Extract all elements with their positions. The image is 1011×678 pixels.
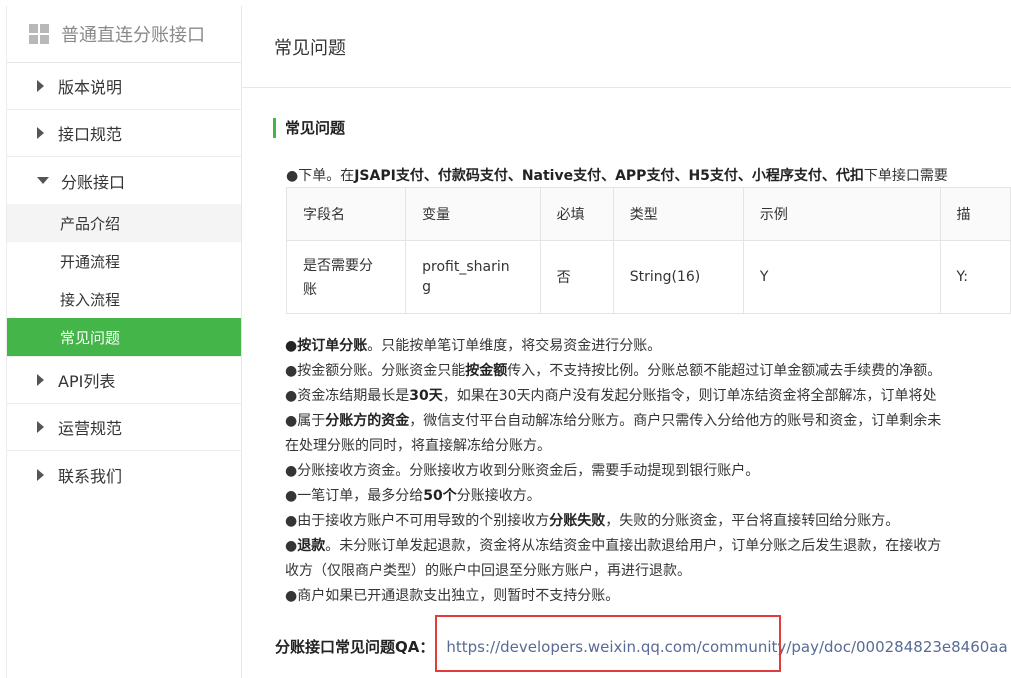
nav-item-label: 分账接口	[61, 172, 126, 192]
table-cell: 是否需要分账	[285, 240, 407, 314]
table-header-cell: 必填	[539, 187, 614, 241]
note-text: ●按金额分账。分账资金只能	[285, 363, 466, 379]
sub-item-activation-flow[interactable]: 开通流程	[7, 242, 241, 280]
table-cell: Y:	[939, 240, 1011, 314]
note-bold: 50个	[423, 488, 457, 504]
note-text: ，失败的分账资金，平台将直接转回给分账方。	[605, 513, 900, 529]
order-line-bold: JSAPI支付、付款码支付、Native支付、APP支付、H5支付、小程序支付、…	[354, 168, 864, 184]
note-text: ，如果在30天内商户没有发起分账指令，则订单冻结资金将全部解冻，订单将处	[442, 388, 937, 404]
sidebar-title: 普通直连分账接口	[61, 25, 205, 46]
nav-item-label: API列表	[58, 372, 116, 391]
note-text: 收方（仅限商户类型）的账户中回退至分账方账户，再进行退款。	[285, 563, 691, 579]
sub-item-label: 开通流程	[60, 252, 121, 271]
order-line: ●下单。在JSAPI支付、付款码支付、Native支付、APP支付、H5支付、小…	[286, 165, 948, 185]
cell-line: 是否需要分	[303, 258, 373, 274]
note-bold: 退款	[297, 538, 326, 554]
grid-icon	[29, 24, 49, 44]
list-item: ●按金额分账。分账资金只能按金额传入，不支持按比例。分账总额不能超过订单金额减去…	[285, 359, 1011, 384]
note-bold: 30天	[409, 388, 443, 404]
chevron-right-icon	[37, 374, 44, 386]
page-header: 常见问题	[241, 6, 1011, 88]
list-item: ●按订单分账。只能按单笔订单维度，将交易资金进行分账。	[285, 334, 1011, 359]
table-row: 是否需要分账 profit_sharing 否 String(16) Y Y:	[285, 240, 1011, 314]
list-item: ●分账接收方资金。分账接收方收到分账资金后，需要手动提现到银行账户。	[285, 463, 760, 479]
nav-item-label: 联系我们	[58, 466, 123, 486]
note-bold: 分账方的资金	[325, 413, 410, 429]
note-text: 在处理分账的同时，将直接解冻给分账方。	[285, 438, 551, 454]
note-text: ●属于	[285, 413, 326, 429]
nav-item-label: 版本说明	[58, 78, 123, 97]
table-header-cell: 示例	[742, 187, 941, 241]
note-bold: ●按订单分账	[285, 338, 368, 354]
notes-list: ●按订单分账。只能按单笔订单维度，将交易资金进行分账。 ●按金额分账。分账资金只…	[285, 334, 1011, 609]
list-item: ●由于接收方账户不可用导致的个别接收方分账失败，失败的分账资金，平台将直接转回给…	[285, 509, 1011, 534]
chevron-right-icon	[37, 80, 44, 92]
note-text: 。只能按单笔订单维度，将交易资金进行分账。	[367, 338, 662, 354]
nav-item-label: 接口规范	[58, 125, 123, 144]
cell-line: 账	[303, 282, 317, 298]
note-text: ●资金冻结期最长是	[285, 388, 410, 404]
note-bold: 按金额	[465, 363, 508, 379]
note-text: 传入，不支持按比例。分账总额不能超过订单金额减去手续费的净额。	[507, 363, 942, 379]
nav-item-api-list[interactable]: API列表	[7, 357, 241, 404]
cell-line: g	[422, 279, 432, 295]
nav-item-version[interactable]: 版本说明	[7, 63, 241, 110]
article: 常见问题 ●下单。在JSAPI支付、付款码支付、Native支付、APP支付、H…	[273, 118, 1011, 656]
nav-item-operations[interactable]: 运营规范	[7, 404, 241, 451]
chevron-right-icon	[37, 421, 44, 433]
sidebar: 普通直连分账接口 版本说明 接口规范 分账接口 产品介绍 开通流程 接入流程 常…	[6, 6, 242, 678]
chevron-right-icon	[37, 468, 44, 481]
sub-item-faq[interactable]: 常见问题	[7, 318, 241, 356]
nav-item-contact[interactable]: 联系我们	[7, 451, 241, 498]
cell-line: profit_sharin	[422, 259, 510, 275]
fields-table: 字段名 变量 必填 类型 示例 描 是否需要分账 profit_sharing …	[285, 187, 1011, 314]
note-text: 。未分账订单发起退款，资金将从冻结资金中直接出款退给用户，订单分账之后发生退款，…	[325, 538, 942, 554]
note-text: ●由于接收方账户不可用导致的个别接收方	[285, 513, 550, 529]
list-item: ●退款。未分账订单发起退款，资金将从冻结资金中直接出款退给用户，订单分账之后发生…	[285, 534, 1011, 559]
nav-item-profit-sharing[interactable]: 分账接口	[7, 157, 241, 204]
sub-item-label: 接入流程	[60, 290, 121, 309]
list-item: 在处理分账的同时，将直接解冻给分账方。	[285, 434, 1011, 459]
list-item: ●商户如果已开通退款支出独立，则暂时不支持分账。	[285, 588, 620, 604]
table-header-cell: 类型	[612, 187, 744, 241]
table-header-cell: 描	[939, 187, 1011, 241]
qa-label: 分账接口常见问题QA：	[275, 638, 435, 656]
table-cell: Y	[742, 240, 941, 314]
chevron-right-icon	[37, 127, 44, 139]
page-title: 常见问题	[274, 37, 346, 59]
sidebar-header: 普通直连分账接口	[7, 6, 241, 63]
note-bold: 分账失败	[549, 513, 606, 529]
nav-item-label: 运营规范	[58, 419, 123, 438]
table-header-cell: 字段名	[285, 187, 407, 241]
qa-row: 分账接口常见问题QA： https://developers.weixin.qq.…	[275, 636, 1008, 657]
table-header-cell: 变量	[405, 187, 541, 241]
list-item: ●属于分账方的资金，微信支付平台自动解冻给分账方。商户只需传入分给他方的账号和资…	[285, 409, 1011, 434]
note-text: 分账接收方。	[456, 488, 541, 504]
table-header-row: 字段名 变量 必填 类型 示例 描	[285, 187, 1011, 241]
table-cell: 否	[539, 240, 614, 314]
note-text: ，微信支付平台自动解冻给分账方。商户只需传入分给他方的账号和资金，订单剩余未	[409, 413, 942, 429]
list-item: 收方（仅限商户类型）的账户中回退至分账方账户，再进行退款。	[285, 559, 1011, 584]
sub-item-label: 产品介绍	[60, 214, 121, 233]
qa-link[interactable]: https://developers.weixin.qq.com/communi…	[446, 638, 1007, 656]
order-line-suffix: 下单接口需要	[863, 168, 948, 184]
sub-item-product-intro[interactable]: 产品介绍	[7, 204, 241, 242]
note-text: ●一笔订单，最多分给	[285, 488, 424, 504]
list-item: ●一笔订单，最多分给50个分账接收方。	[285, 484, 1011, 509]
sub-item-label: 常见问题	[60, 328, 121, 347]
order-line-prefix: ●下单。在	[286, 168, 355, 184]
nav-item-spec[interactable]: 接口规范	[7, 110, 241, 157]
list-item: ●资金冻结期最长是30天，如果在30天内商户没有发起分账指令，则订单冻结资金将全…	[285, 384, 1011, 409]
sub-item-integration-flow[interactable]: 接入流程	[7, 280, 241, 318]
note-text: ●	[285, 538, 298, 554]
table-cell: profit_sharing	[405, 240, 541, 314]
section-title: 常见问题	[273, 118, 1011, 138]
table-cell: String(16)	[612, 240, 744, 314]
chevron-down-icon	[37, 177, 49, 184]
nav-group-profit-sharing: 分账接口 产品介绍 开通流程 接入流程 常见问题	[7, 157, 241, 357]
